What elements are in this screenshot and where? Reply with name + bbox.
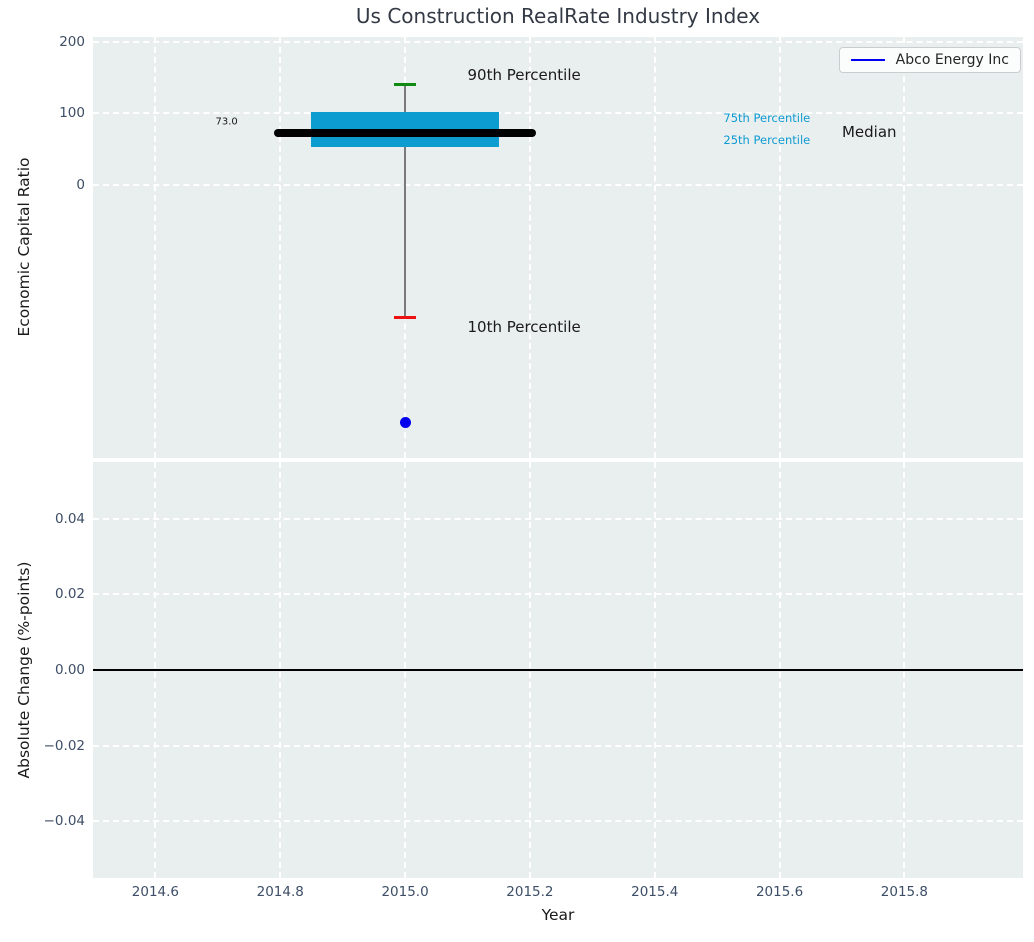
figure: Us Construction RealRate Industry Index …	[0, 0, 1034, 942]
annotation-median-value: 73.0	[216, 117, 238, 128]
y-tick-label: −0.02	[44, 738, 85, 754]
top-y-axis-label: Economic Capital Ratio	[15, 157, 33, 336]
bottom-y-axis-label: Absolute Change (%-points)	[15, 562, 33, 779]
x-tick-label: 2015.4	[631, 884, 678, 900]
gridline-horizontal	[93, 820, 1023, 822]
gridline-vertical	[779, 37, 781, 458]
annotation-90th-percentile: 90th Percentile	[467, 66, 580, 84]
legend: Abco Energy Inc	[839, 47, 1021, 73]
annotation-median: Median	[842, 123, 897, 141]
annotation-75th-percentile: 75th Percentile	[723, 111, 810, 125]
y-tick-label: 0	[76, 177, 85, 193]
legend-label: Abco Energy Inc	[896, 52, 1009, 68]
annotation-25th-percentile: 25th Percentile	[723, 133, 810, 147]
y-tick-label: 0.04	[55, 511, 85, 527]
gridline-vertical	[654, 37, 656, 458]
x-axis-label: Year	[542, 906, 575, 924]
gridline-horizontal	[93, 593, 1023, 595]
legend-line-icon	[851, 59, 885, 61]
gridline-vertical	[154, 37, 156, 458]
x-tick-label: 2015.6	[756, 884, 803, 900]
annotation-10th-percentile: 10th Percentile	[467, 318, 580, 336]
gridline-vertical	[529, 37, 531, 458]
gridline-vertical	[279, 37, 281, 458]
x-tick-label: 2015.8	[881, 884, 928, 900]
chart-title: Us Construction RealRate Industry Index	[93, 4, 1023, 28]
y-tick-label: 0.02	[55, 586, 85, 602]
gridline-horizontal	[93, 112, 1023, 114]
top-axes	[93, 37, 1023, 458]
x-tick-label: 2014.6	[132, 884, 179, 900]
gridline-horizontal	[93, 518, 1023, 520]
y-tick-label: 0.00	[55, 662, 85, 678]
gridline-horizontal	[93, 184, 1023, 186]
gridline-horizontal	[93, 745, 1023, 747]
bottom-axes	[93, 462, 1023, 878]
y-tick-label: 100	[59, 105, 85, 121]
company-point	[400, 417, 411, 428]
median-line	[274, 129, 536, 137]
y-tick-label: 200	[59, 34, 85, 50]
y-tick-label: −0.04	[44, 813, 85, 829]
zero-line	[93, 669, 1023, 671]
x-tick-label: 2015.2	[506, 884, 553, 900]
gridline-vertical	[903, 37, 905, 458]
x-tick-label: 2014.8	[257, 884, 304, 900]
x-tick-label: 2015.0	[381, 884, 428, 900]
whisker-cap-90th	[394, 83, 415, 86]
whisker-cap-10th	[394, 316, 415, 319]
gridline-horizontal	[93, 41, 1023, 43]
